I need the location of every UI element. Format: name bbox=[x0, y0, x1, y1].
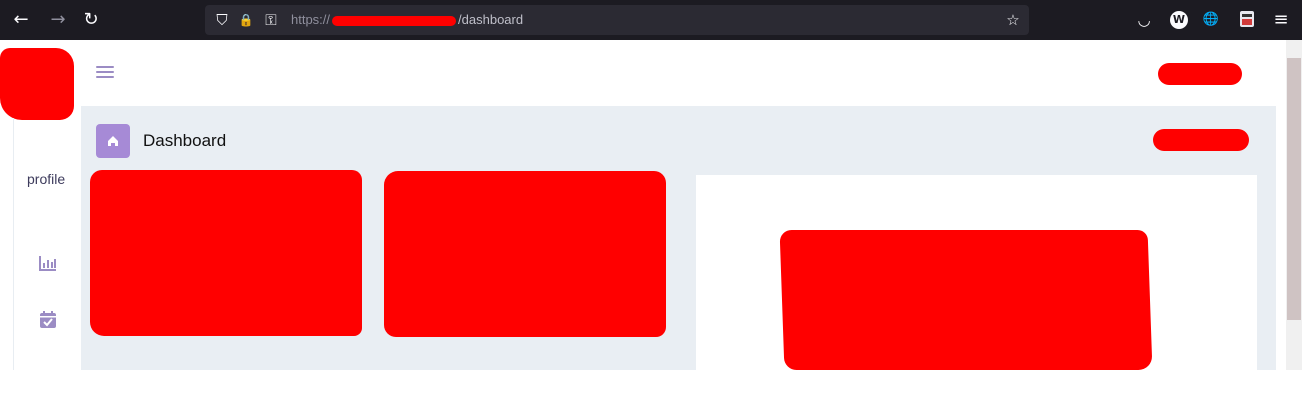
back-button[interactable]: ← bbox=[9, 8, 33, 32]
shield-icon[interactable]: ⛉ bbox=[212, 9, 232, 31]
top-header bbox=[81, 40, 1286, 106]
reload-button[interactable]: ↻ bbox=[79, 8, 103, 32]
home-icon bbox=[96, 124, 130, 158]
browser-toolbar: ← → ↻ ⛉ 🔒 ⚿ https:// /dashboard ☆ ◡ W 🌐 ≡ bbox=[0, 0, 1302, 40]
main-content: Dashboard bbox=[81, 106, 1276, 370]
page-title: Dashboard bbox=[143, 131, 227, 150]
sidebar: profile bbox=[0, 40, 81, 370]
extension-w-badge[interactable]: W bbox=[1170, 11, 1188, 29]
url-text[interactable]: https:// /dashboard bbox=[291, 12, 523, 27]
panel-redaction bbox=[779, 230, 1153, 370]
sidebar-item-profile[interactable]: profile bbox=[27, 171, 65, 187]
calendar-check-icon[interactable] bbox=[37, 309, 59, 331]
scrollbar-thumb[interactable] bbox=[1287, 58, 1301, 320]
lock-icon[interactable]: 🔒 bbox=[236, 9, 256, 31]
bar-chart-icon[interactable] bbox=[37, 252, 59, 274]
url-scheme: https:// bbox=[291, 12, 331, 27]
logo-redaction bbox=[0, 48, 74, 120]
forward-button[interactable]: → bbox=[46, 8, 70, 32]
hamburger-menu-icon[interactable] bbox=[96, 66, 116, 80]
url-redaction bbox=[332, 15, 457, 26]
web-app: profile Dashboard bbox=[0, 40, 1302, 370]
address-bar[interactable]: ⛉ 🔒 ⚿ https:// /dashboard ☆ bbox=[205, 5, 1029, 35]
extension-icon[interactable] bbox=[1236, 9, 1258, 31]
header-user-redaction bbox=[1158, 63, 1242, 85]
content-panel bbox=[696, 175, 1257, 370]
key-icon[interactable]: ⚿ bbox=[261, 9, 281, 31]
header-action-redaction bbox=[1153, 129, 1249, 151]
url-path: /dashboard bbox=[458, 12, 524, 27]
app-menu-icon[interactable]: ≡ bbox=[1270, 9, 1292, 31]
stat-card-redaction bbox=[384, 171, 666, 337]
sidebar-divider bbox=[13, 118, 14, 370]
pocket-icon[interactable]: ◡ bbox=[1133, 9, 1155, 31]
bookmark-star-icon[interactable]: ☆ bbox=[1003, 9, 1023, 31]
stat-card-redaction bbox=[90, 170, 362, 336]
globe-icon[interactable]: 🌐 bbox=[1200, 9, 1222, 31]
